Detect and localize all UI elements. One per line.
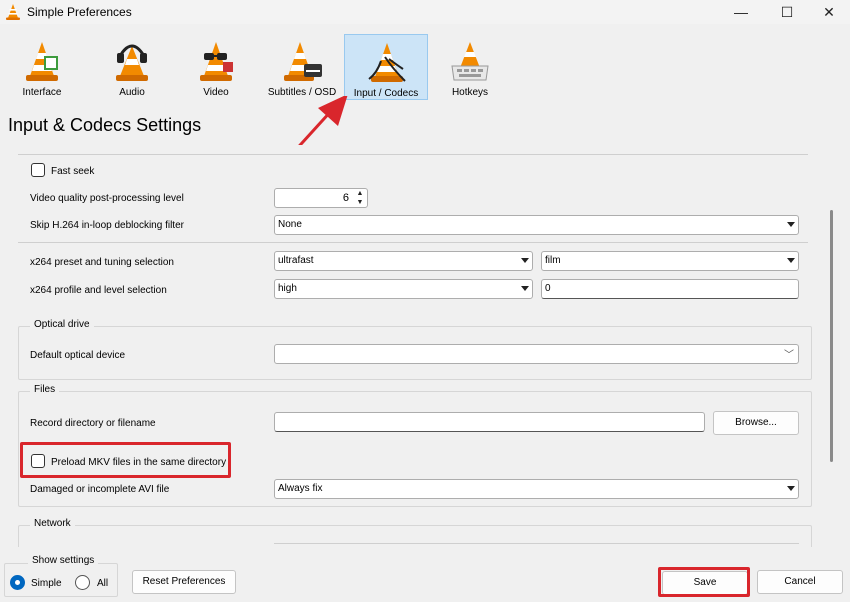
x264-tuning-value: film bbox=[545, 255, 561, 266]
tab-label: Audio bbox=[119, 87, 145, 98]
record-directory-input[interactable] bbox=[274, 412, 705, 432]
x264-level-input[interactable]: 0 bbox=[541, 279, 799, 299]
record-label: Record directory or filename bbox=[30, 418, 156, 429]
files-title: Files bbox=[30, 384, 60, 395]
browse-label: Browse... bbox=[735, 417, 777, 428]
close-icon: ✕ bbox=[823, 3, 835, 20]
x264-tuning-select[interactable]: film bbox=[541, 251, 799, 271]
skip-h264-select[interactable]: None bbox=[274, 215, 799, 235]
optical-device-select[interactable]: ﹀ bbox=[274, 344, 799, 364]
fast-seek-label: Fast seek bbox=[51, 166, 95, 177]
scrollbar-thumb[interactable] bbox=[830, 210, 833, 462]
x264-preset-value: ultrafast bbox=[278, 255, 314, 266]
skip-h264-label: Skip H.264 in-loop deblocking filter bbox=[30, 220, 184, 231]
vlc-cone-sunglasses-icon bbox=[200, 42, 233, 81]
minimize-button[interactable]: — bbox=[718, 0, 764, 24]
vlc-cone-keyboard-icon bbox=[451, 42, 489, 81]
optical-drive-title: Optical drive bbox=[30, 319, 94, 330]
postproc-label: Video quality post-processing level bbox=[30, 193, 184, 204]
avi-select[interactable]: Always fix bbox=[274, 479, 799, 499]
vlc-cone-subtitles-icon bbox=[284, 42, 322, 81]
avi-label: Damaged or incomplete AVI file bbox=[30, 484, 170, 495]
cancel-button[interactable]: Cancel bbox=[757, 570, 843, 594]
network-field-edge bbox=[274, 543, 799, 544]
reset-preferences-button[interactable]: Reset Preferences bbox=[132, 570, 236, 594]
tab-label: Hotkeys bbox=[451, 87, 489, 98]
dropdown-arrow-icon bbox=[521, 258, 529, 263]
skip-h264-value: None bbox=[278, 219, 302, 230]
tab-subtitles-osd[interactable]: Subtitles / OSD bbox=[260, 34, 344, 100]
preload-mkv-highlight bbox=[20, 442, 231, 478]
dropdown-arrow-icon bbox=[787, 486, 795, 491]
spin-up-icon[interactable]: ▲ bbox=[355, 190, 365, 198]
postproc-spinbox[interactable]: 6 ▲ ▼ bbox=[274, 188, 368, 208]
maximize-icon: ☐ bbox=[780, 3, 794, 20]
reset-label: Reset Preferences bbox=[142, 576, 226, 587]
browse-button[interactable]: Browse... bbox=[713, 411, 799, 435]
x264-profile-select[interactable]: high bbox=[274, 279, 533, 299]
x264-preset-label: x264 preset and tuning selection bbox=[30, 257, 174, 268]
tab-hotkeys[interactable]: Hotkeys bbox=[428, 34, 512, 100]
network-title: Network bbox=[30, 518, 75, 529]
fast-seek-checkbox[interactable] bbox=[31, 163, 45, 177]
minimize-icon: — bbox=[734, 4, 748, 20]
tab-audio[interactable]: Audio bbox=[90, 34, 174, 100]
title-bar: Simple Preferences — ☐ ✕ bbox=[0, 0, 850, 24]
save-highlight bbox=[658, 567, 750, 597]
simple-radio[interactable] bbox=[10, 575, 25, 590]
tab-input-codecs[interactable]: Input / Codecs bbox=[344, 34, 428, 100]
vlc-cone-cables-icon bbox=[368, 43, 406, 82]
all-radio[interactable] bbox=[75, 575, 90, 590]
all-label: All bbox=[97, 578, 109, 589]
simple-label: Simple bbox=[31, 578, 62, 589]
tab-label: Interface bbox=[22, 87, 62, 98]
chevron-down-icon: ﹀ bbox=[784, 350, 794, 361]
page-title: Input & Codecs Settings bbox=[8, 115, 202, 135]
tab-interface[interactable]: Interface bbox=[0, 34, 84, 100]
cancel-label: Cancel bbox=[784, 576, 816, 587]
window-title: Simple Preferences bbox=[27, 5, 132, 19]
spin-down-icon[interactable]: ▼ bbox=[355, 199, 365, 207]
vlc-cone-headphones-icon bbox=[116, 44, 148, 81]
dropdown-arrow-icon bbox=[521, 286, 529, 291]
vlc-app-icon bbox=[6, 4, 20, 20]
vlc-cone-interface-icon bbox=[26, 42, 58, 81]
avi-value: Always fix bbox=[278, 483, 323, 494]
tab-video[interactable]: Video bbox=[174, 34, 258, 100]
maximize-button[interactable]: ☐ bbox=[764, 0, 810, 24]
dropdown-arrow-icon bbox=[787, 222, 795, 227]
optical-device-label: Default optical device bbox=[30, 350, 126, 361]
close-button[interactable]: ✕ bbox=[806, 0, 850, 24]
x264-profile-label: x264 profile and level selection bbox=[30, 285, 167, 296]
separator bbox=[18, 242, 808, 243]
settings-panel[interactable]: Fast seek Video quality post-processing … bbox=[8, 145, 828, 547]
postproc-value: 6 bbox=[342, 192, 349, 204]
show-settings-title: Show settings bbox=[28, 555, 99, 566]
x264-profile-value: high bbox=[278, 283, 297, 294]
dropdown-arrow-icon bbox=[787, 258, 795, 263]
group-top-border bbox=[18, 154, 808, 155]
x264-level-value: 0 bbox=[545, 283, 551, 294]
x264-preset-select[interactable]: ultrafast bbox=[274, 251, 533, 271]
